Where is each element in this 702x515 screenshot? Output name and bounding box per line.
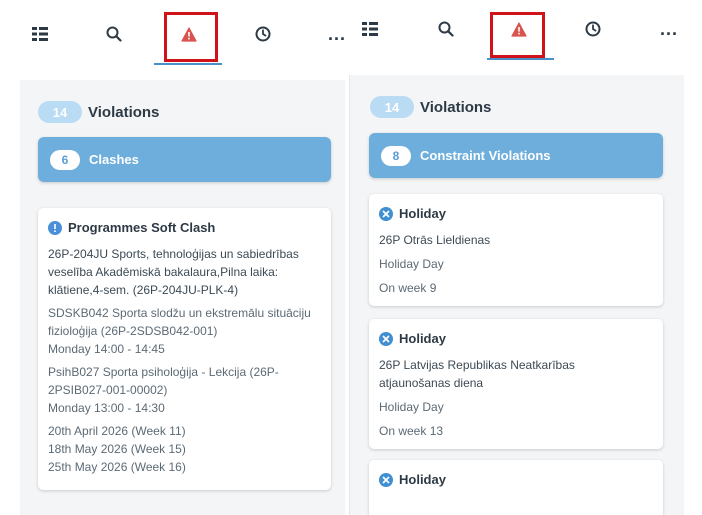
card-title-row: Programmes Soft Clash: [48, 220, 321, 235]
group-label: Clashes: [89, 152, 139, 167]
error-icon: [379, 331, 393, 346]
left-panel: ... 14 Violations 6 Clashes Programmes S…: [0, 0, 345, 515]
constraint-violations-group-header[interactable]: 8 Constraint Violations: [369, 133, 663, 178]
highlight-box: [164, 12, 218, 62]
error-icon: [379, 472, 393, 487]
session-line: PsihB027 Sporta psiholoģija - Lekcija (2…: [48, 365, 279, 379]
search-icon[interactable]: [99, 20, 129, 48]
error-icon: [379, 206, 393, 221]
right-panel: ... 14 Violations 8 Constraint Violation…: [345, 0, 702, 515]
holiday-type: Holiday Day: [379, 257, 444, 271]
more-icon[interactable]: ...: [322, 20, 345, 48]
violations-header: 14 Violations: [370, 96, 491, 118]
session-time: Monday 14:00 - 14:45: [48, 342, 165, 356]
group-count-badge: 6: [50, 149, 80, 170]
holiday-name: 26P Latvijas Republikas Neatkarības: [379, 358, 575, 372]
card-title: Holiday: [399, 206, 446, 221]
info-icon: [48, 220, 62, 235]
highlight-box: [490, 12, 545, 58]
toolbar: ...: [345, 0, 702, 65]
date-line: 18th May 2026 (Week 15): [48, 442, 186, 456]
violation-card[interactable]: Holiday 26P Latvijas Republikas Neatkarī…: [369, 319, 663, 449]
toolbar: ...: [0, 0, 345, 65]
more-icon[interactable]: ...: [654, 15, 684, 43]
violations-title: Violations: [420, 98, 492, 116]
session-line: fizioloģija (26P-2SDSB042-001): [48, 324, 218, 338]
card-title: Programmes Soft Clash: [68, 220, 216, 235]
violations-count-badge: 14: [38, 101, 82, 123]
card-title-row: Holiday: [379, 331, 653, 346]
programme-line: veselība Akadēmiskā bakalaura,Pilna laik…: [48, 265, 279, 279]
clashes-group-header[interactable]: 6 Clashes: [38, 137, 331, 182]
clock-icon[interactable]: [248, 20, 278, 48]
list-icon[interactable]: [355, 15, 385, 43]
group-label: Constraint Violations: [420, 148, 551, 163]
programme-line: 26P-204JU Sports, tehnoloģijas un sabied…: [48, 247, 299, 261]
list-icon[interactable]: [25, 20, 55, 48]
date-line: 20th April 2026 (Week 11): [48, 424, 186, 438]
session-time: Monday 13:00 - 14:30: [48, 401, 165, 415]
card-title-row: Holiday: [379, 472, 653, 487]
violations-count-badge: 14: [370, 96, 414, 118]
session-line: 2PSIB027-001-00002): [48, 383, 168, 397]
violation-card[interactable]: Holiday 26P Otrās Lieldienas Holiday Day…: [369, 194, 663, 306]
holiday-name: 26P Otrās Lieldienas: [379, 233, 491, 247]
session-line: SDSKB042 Sporta slodžu un ekstremālu sit…: [48, 306, 311, 320]
card-title: Holiday: [399, 472, 446, 487]
programme-line: klātiene,4-sem. (26P-204JU-PLK-4): [48, 283, 239, 297]
violations-list: 14 Violations 6 Clashes Programmes Soft …: [20, 80, 345, 515]
violation-card[interactable]: Programmes Soft Clash 26P-204JU Sports, …: [38, 208, 331, 490]
clock-icon[interactable]: [578, 15, 608, 43]
violations-header: 14 Violations: [38, 101, 159, 123]
violations-title: Violations: [88, 103, 160, 121]
card-title: Holiday: [399, 331, 446, 346]
holiday-week: On week 9: [379, 281, 437, 295]
active-tab-indicator: [487, 58, 554, 60]
active-tab-indicator: [154, 63, 222, 65]
violation-card[interactable]: Holiday: [369, 460, 663, 515]
holiday-type: Holiday Day: [379, 400, 444, 414]
card-title-row: Holiday: [379, 206, 653, 221]
holiday-name: atjaunošanas diena: [379, 376, 484, 390]
holiday-week: On week 13: [379, 424, 444, 438]
date-line: 25th May 2026 (Week 16): [48, 460, 186, 474]
violations-list: 14 Violations 8 Constraint Violations Ho…: [349, 75, 684, 515]
group-count-badge: 8: [381, 145, 411, 166]
search-icon[interactable]: [431, 15, 461, 43]
